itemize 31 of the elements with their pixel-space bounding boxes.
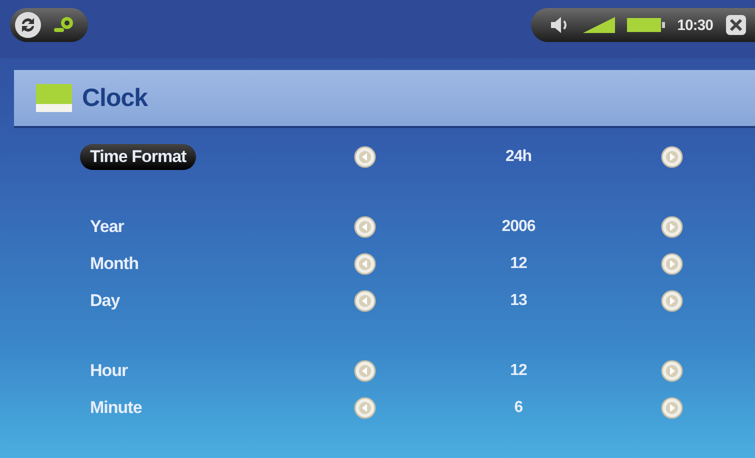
decrease-button[interactable] bbox=[354, 146, 376, 168]
setting-label[interactable]: Day bbox=[80, 288, 130, 314]
setting-value: 6 bbox=[514, 398, 523, 416]
signal-icon bbox=[583, 17, 616, 33]
increase-button[interactable] bbox=[661, 290, 683, 312]
page-title: Clock bbox=[82, 84, 148, 112]
setting-label[interactable]: Time Format bbox=[80, 144, 196, 170]
decrease-button[interactable] bbox=[354, 216, 376, 238]
refresh-icon[interactable] bbox=[14, 11, 42, 39]
increase-button[interactable] bbox=[661, 360, 683, 382]
setting-label[interactable]: Hour bbox=[80, 358, 138, 384]
setting-label[interactable]: Year bbox=[80, 214, 134, 240]
setting-label[interactable]: Minute bbox=[80, 394, 152, 420]
setting-value: 13 bbox=[510, 292, 527, 310]
increase-button[interactable] bbox=[661, 252, 683, 274]
close-icon[interactable] bbox=[725, 14, 747, 36]
decrease-button[interactable] bbox=[354, 396, 376, 418]
clock-icon bbox=[36, 84, 72, 112]
decrease-button[interactable] bbox=[354, 290, 376, 312]
setting-value: 2006 bbox=[502, 218, 536, 236]
setting-value: 12 bbox=[510, 254, 527, 272]
setting-value: 12 bbox=[510, 362, 527, 380]
decrease-button[interactable] bbox=[354, 252, 376, 274]
increase-button[interactable] bbox=[661, 146, 683, 168]
clock-time: 10:30 bbox=[677, 16, 713, 34]
increase-button[interactable] bbox=[661, 396, 683, 418]
setting-label[interactable]: Month bbox=[80, 250, 148, 276]
decrease-button[interactable] bbox=[354, 360, 376, 382]
battery-icon bbox=[627, 18, 666, 32]
increase-button[interactable] bbox=[661, 216, 683, 238]
setting-value: 24h bbox=[505, 148, 532, 166]
